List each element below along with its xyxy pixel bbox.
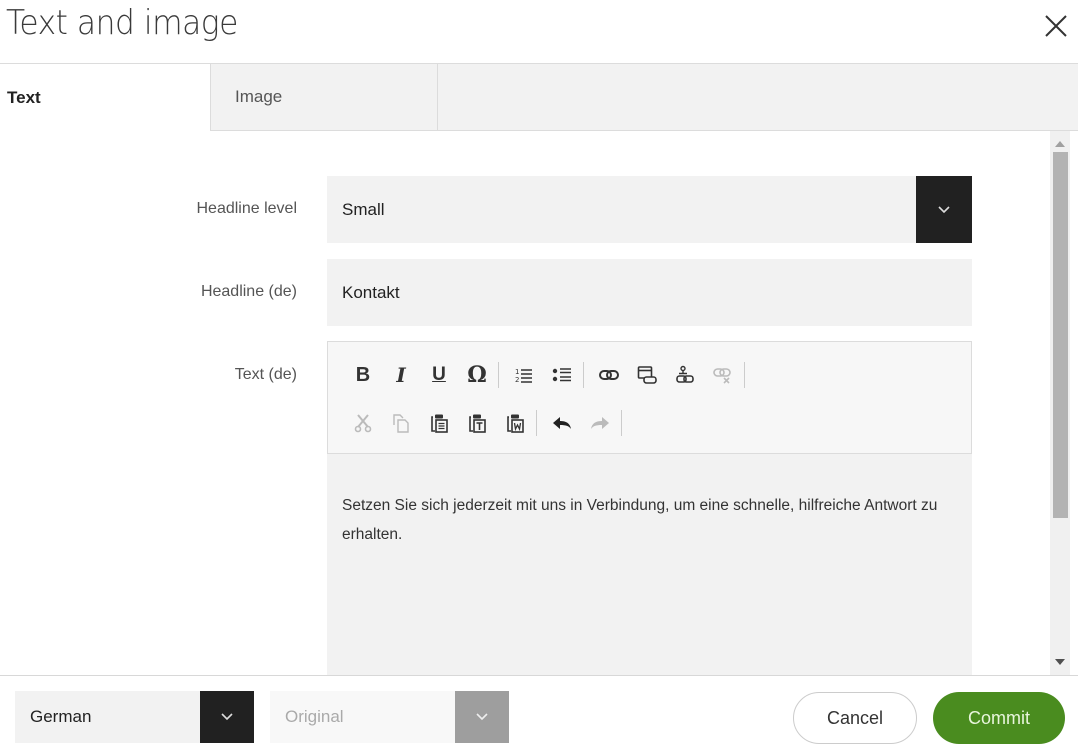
cut-icon bbox=[354, 414, 372, 433]
link-button[interactable] bbox=[594, 360, 624, 390]
headline-level-value: Small bbox=[342, 199, 385, 219]
copy-icon bbox=[393, 414, 409, 433]
dialog-footer: German Original Cancel Commit bbox=[0, 675, 1078, 752]
paste-word-button[interactable] bbox=[500, 408, 530, 438]
underline-icon: U bbox=[432, 364, 446, 385]
underline-button[interactable]: U bbox=[424, 360, 454, 390]
headline-input[interactable]: Kontakt bbox=[327, 259, 972, 326]
commit-button[interactable]: Commit bbox=[933, 692, 1065, 744]
redo-icon bbox=[591, 417, 609, 429]
tab-bar-filler bbox=[437, 64, 1078, 131]
headline-label: Headline (de) bbox=[200, 283, 297, 300]
link-external-icon bbox=[637, 366, 657, 384]
rich-text-editor[interactable]: B I U Ω 12 Setzen Sie sich jederzeit mit… bbox=[327, 341, 972, 676]
special-char-icon: Ω bbox=[467, 362, 487, 388]
paste-button[interactable] bbox=[424, 408, 454, 438]
scroll-down-arrow-icon[interactable] bbox=[1055, 659, 1065, 665]
toolbar-separator bbox=[744, 362, 745, 388]
headline-level-select[interactable]: Small bbox=[327, 176, 972, 243]
italic-icon: I bbox=[396, 363, 406, 387]
toolbar-separator bbox=[621, 410, 622, 436]
close-button[interactable] bbox=[1040, 10, 1072, 42]
version-value: Original bbox=[285, 707, 344, 726]
paste-icon bbox=[431, 414, 448, 433]
bold-button[interactable]: B bbox=[348, 360, 378, 390]
paste-word-icon bbox=[507, 414, 524, 433]
svg-text:1: 1 bbox=[515, 368, 519, 376]
editor-toolbar: B I U Ω 12 bbox=[327, 341, 972, 454]
headline-level-dropdown-button[interactable] bbox=[916, 176, 972, 243]
link-icon bbox=[599, 370, 619, 380]
unlink-icon bbox=[713, 368, 731, 384]
link-external-button[interactable] bbox=[632, 360, 662, 390]
cut-button[interactable] bbox=[348, 408, 378, 438]
toolbar-separator bbox=[583, 362, 584, 388]
redo-button[interactable] bbox=[585, 408, 615, 438]
italic-button[interactable]: I bbox=[386, 360, 416, 390]
link-internal-icon bbox=[676, 365, 694, 383]
toolbar-separator bbox=[498, 362, 499, 388]
tab-bar: Text Image bbox=[0, 63, 1078, 131]
toolbar-separator bbox=[536, 410, 537, 436]
scrollbar-thumb[interactable] bbox=[1053, 152, 1068, 518]
paste-text-icon bbox=[469, 414, 486, 433]
close-icon bbox=[1045, 15, 1067, 37]
undo-button[interactable] bbox=[547, 408, 577, 438]
chevron-down-icon bbox=[476, 713, 488, 721]
language-value: German bbox=[30, 707, 92, 726]
cancel-button[interactable]: Cancel bbox=[793, 692, 917, 744]
version-dropdown-button[interactable] bbox=[455, 691, 509, 743]
language-dropdown-button[interactable] bbox=[200, 691, 254, 743]
tab-image[interactable]: Image bbox=[210, 64, 437, 131]
headline-value: Kontakt bbox=[342, 282, 400, 302]
numbered-list-button[interactable]: 12 bbox=[509, 360, 539, 390]
scroll-up-arrow-icon[interactable] bbox=[1055, 141, 1065, 147]
dialog-title: Text and image bbox=[6, 3, 238, 43]
bulleted-list-button[interactable] bbox=[547, 360, 577, 390]
svg-text:2: 2 bbox=[515, 376, 519, 384]
tab-text[interactable]: Text bbox=[0, 64, 210, 131]
copy-button[interactable] bbox=[386, 408, 416, 438]
chevron-down-icon bbox=[221, 713, 233, 721]
version-select[interactable]: Original bbox=[270, 691, 509, 743]
chevron-down-icon bbox=[938, 205, 950, 213]
headline-level-label: Headline level bbox=[196, 200, 297, 217]
link-internal-button[interactable] bbox=[670, 360, 700, 390]
unlink-button[interactable] bbox=[708, 360, 738, 390]
text-label: Text (de) bbox=[234, 366, 297, 383]
undo-icon bbox=[553, 417, 571, 429]
language-select[interactable]: German bbox=[15, 691, 254, 743]
bulleted-list-icon bbox=[552, 368, 571, 382]
special-char-button[interactable]: Ω bbox=[462, 360, 492, 390]
numbered-list-icon: 12 bbox=[515, 368, 532, 384]
content-scrollbar[interactable] bbox=[1050, 131, 1070, 675]
paste-text-button[interactable] bbox=[462, 408, 492, 438]
bold-icon: B bbox=[355, 363, 371, 386]
editor-content[interactable]: Setzen Sie sich jederzeit mit uns in Ver… bbox=[342, 491, 942, 549]
